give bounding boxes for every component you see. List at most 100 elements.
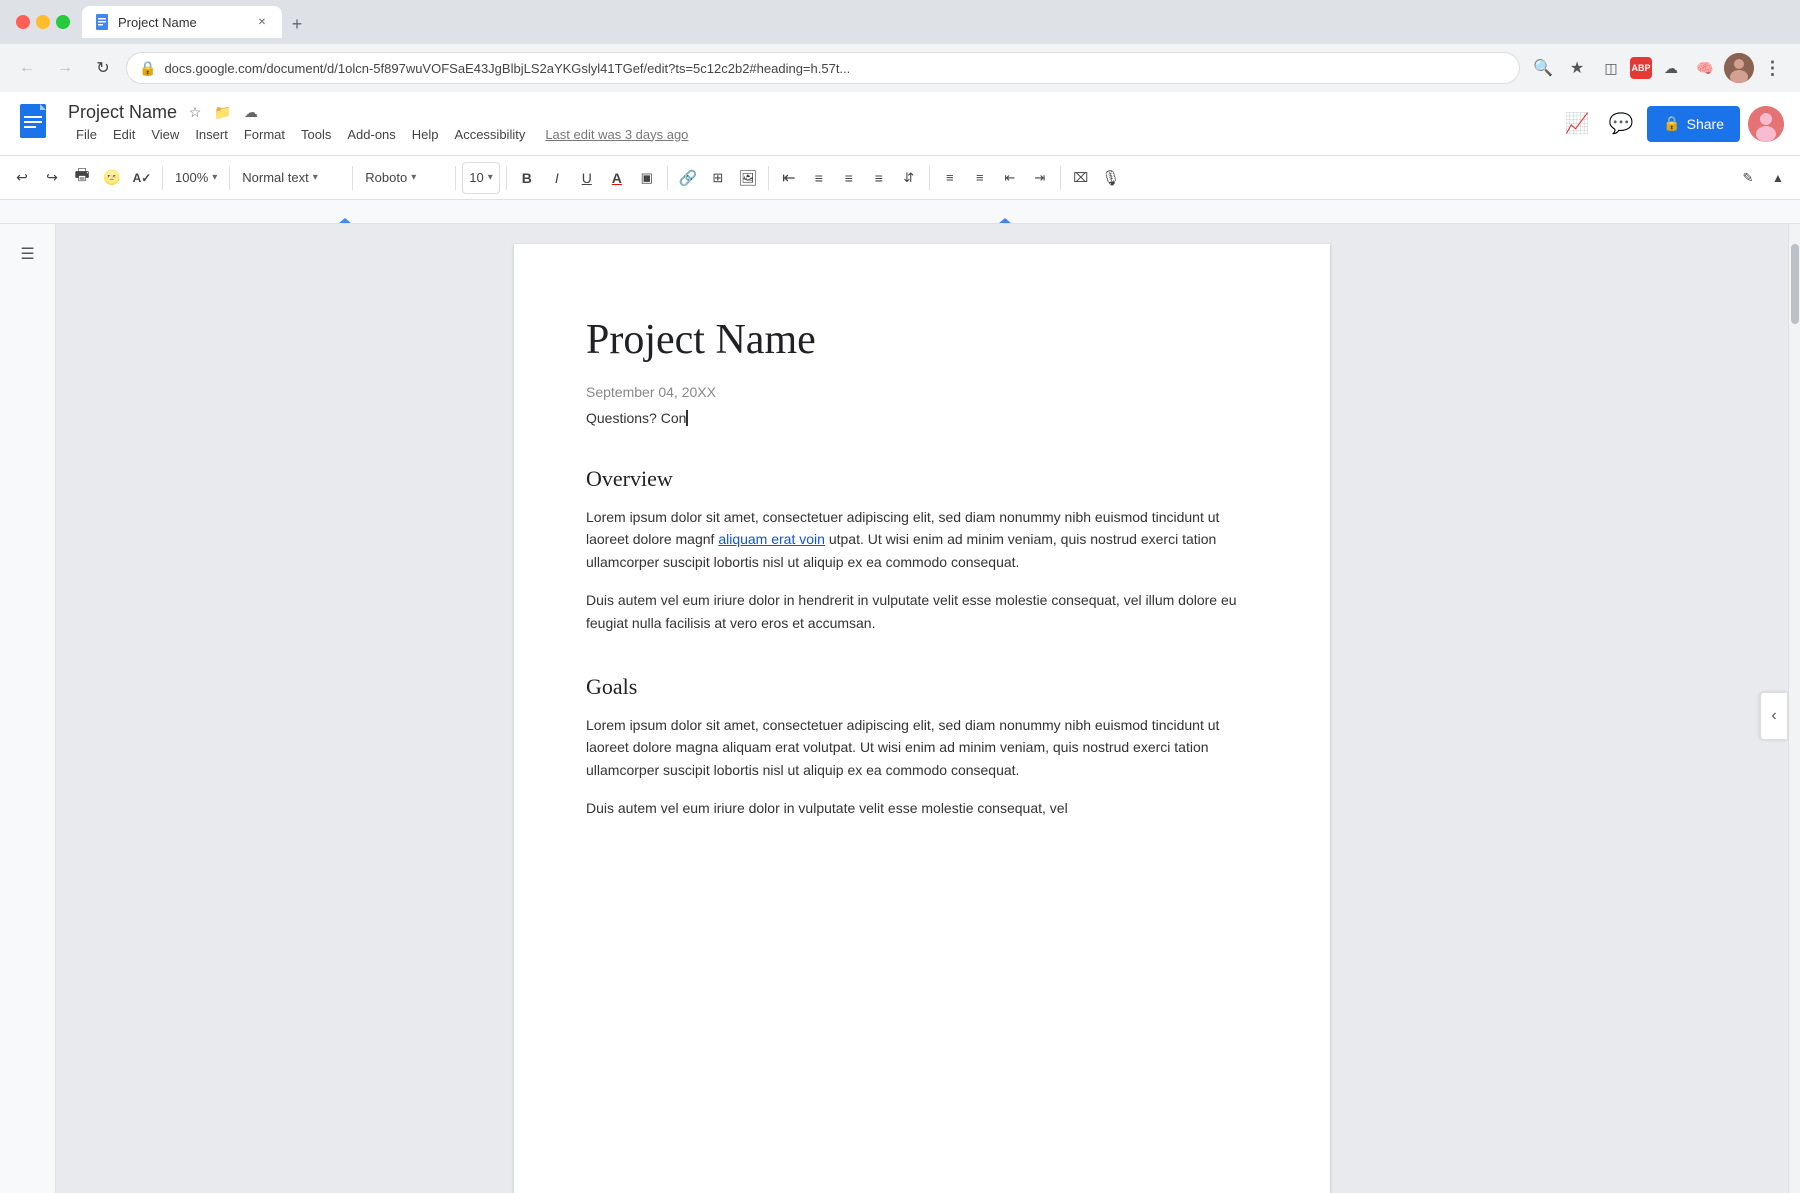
menu-help[interactable]: Help <box>404 123 447 146</box>
browser-profile-avatar[interactable] <box>1724 53 1754 83</box>
tab-close-button[interactable]: ✕ <box>254 14 270 30</box>
outline-icon[interactable]: ☰ <box>10 236 46 272</box>
scrollbar-track[interactable] <box>1789 224 1800 1193</box>
toolbar-sep-1 <box>162 166 163 190</box>
folder-icon[interactable]: 📁 <box>213 102 233 122</box>
maximize-button[interactable] <box>56 15 70 29</box>
docs-toolbar: ↩ ↪ 🖶 🌝 A✓ 100% ▾ Normal text ▾ Roboto ▾ <box>0 156 1800 200</box>
font-arrow: ▾ <box>411 172 416 183</box>
font-size-selector[interactable]: 10 ▾ <box>462 162 500 194</box>
doc-page: Project Name September 04, 20XX Question… <box>514 244 1330 1193</box>
user-avatar[interactable] <box>1748 106 1784 142</box>
increase-indent-button[interactable]: ⇥ <box>1026 162 1054 194</box>
toolbar-sep-4 <box>455 166 456 190</box>
back-button[interactable]: ← <box>12 53 42 83</box>
underline-button[interactable]: U <box>573 162 601 194</box>
numbered-list-button[interactable]: ≡ <box>936 162 964 194</box>
menu-edit[interactable]: Edit <box>105 123 143 146</box>
text-color-button[interactable]: A <box>603 162 631 194</box>
menu-tools[interactable]: Tools <box>293 123 339 146</box>
clear-format-button[interactable]: ⌧ <box>1067 162 1095 194</box>
zoom-selector[interactable]: 100% ▾ <box>169 162 223 194</box>
cloud-icon[interactable]: ☁ <box>1656 53 1686 83</box>
align-center-button[interactable]: ≡ <box>805 162 833 194</box>
more-options-icon[interactable]: ⋮ <box>1758 53 1788 83</box>
cast-icon[interactable]: ◫ <box>1596 53 1626 83</box>
bulleted-list-button[interactable]: ≡ <box>966 162 994 194</box>
doc-file-title[interactable]: Project Name <box>68 102 177 123</box>
menu-file[interactable]: File <box>68 123 105 146</box>
menu-accessibility[interactable]: Accessibility <box>447 123 534 146</box>
search-icon[interactable]: 🔍 <box>1528 53 1558 83</box>
paint-format-button[interactable]: 🌝 <box>98 162 126 194</box>
star-icon[interactable]: ☆ <box>185 102 205 122</box>
highlight-button[interactable]: ▣ <box>633 162 661 194</box>
refresh-button[interactable]: ↻ <box>88 53 118 83</box>
bookmark-star-icon[interactable]: ★ <box>1562 53 1592 83</box>
menu-format[interactable]: Format <box>236 123 293 146</box>
docs-header: Project Name ☆ 📁 ☁ File Edit View Insert… <box>0 92 1800 156</box>
style-arrow: ▾ <box>313 172 318 183</box>
bold-button[interactable]: B <box>513 162 541 194</box>
insert-image-button[interactable]: 🖼 <box>734 162 762 194</box>
align-justify-button[interactable]: ≡ <box>865 162 893 194</box>
spell-check-button[interactable]: A✓ <box>128 162 156 194</box>
toolbar-sep-7 <box>768 166 769 190</box>
overview-heading[interactable]: Overview <box>586 466 1258 492</box>
print-button[interactable]: 🖶 <box>68 162 96 194</box>
goals-paragraph-1: Lorem ipsum dolor sit amet, consectetuer… <box>586 714 1258 781</box>
menu-insert[interactable]: Insert <box>187 123 236 146</box>
comments-icon[interactable]: 💬 <box>1603 106 1639 142</box>
share-button[interactable]: 🔒 Share <box>1647 106 1740 142</box>
extensions-icon[interactable]: 🧠 <box>1690 53 1720 83</box>
toolbar-sep-8 <box>929 166 930 190</box>
trending-icon[interactable]: 📈 <box>1559 106 1595 142</box>
share-lock-icon: 🔒 <box>1663 115 1680 132</box>
menu-view[interactable]: View <box>143 123 187 146</box>
insert-table-button[interactable]: ⊞ <box>704 162 732 194</box>
italic-button[interactable]: I <box>543 162 571 194</box>
doc-main-title[interactable]: Project Name <box>586 316 1258 364</box>
decrease-indent-button[interactable]: ⇤ <box>996 162 1024 194</box>
overview-p1-link[interactable]: aliquam erat voin <box>718 531 825 547</box>
goals-p2-text: Duis autem vel eum iriure dolor in vulpu… <box>586 800 1068 816</box>
doc-date[interactable]: September 04, 20XX <box>586 384 1258 400</box>
doc-scroll-area[interactable]: Project Name September 04, 20XX Question… <box>56 224 1788 1193</box>
goals-paragraph-2: Duis autem vel eum iriure dolor in vulpu… <box>586 797 1258 819</box>
voice-input-button[interactable]: 🎙 <box>1097 162 1125 194</box>
font-selector[interactable]: Roboto ▾ <box>359 162 449 194</box>
docs-header-actions: 📈 💬 🔒 Share <box>1559 106 1784 142</box>
minimize-button[interactable] <box>36 15 50 29</box>
collapse-right-panel-button[interactable]: ‹ <box>1760 692 1788 740</box>
scrollbar-thumb[interactable] <box>1791 244 1799 324</box>
last-edit-status[interactable]: Last edit was 3 days ago <box>545 127 688 142</box>
doc-contact[interactable]: Questions? Con <box>586 410 1258 426</box>
goals-heading[interactable]: Goals <box>586 674 1258 700</box>
redo-button[interactable]: ↪ <box>38 162 66 194</box>
docs-tab-icon <box>94 14 110 30</box>
traffic-lights <box>16 15 70 29</box>
style-selector[interactable]: Normal text ▾ <box>236 162 346 194</box>
menu-addons[interactable]: Add-ons <box>339 123 403 146</box>
link-button[interactable]: 🔗 <box>674 162 702 194</box>
address-bar[interactable]: 🔒 docs.google.com/document/d/1olcn-5f897… <box>126 52 1520 84</box>
browser-tab-active[interactable]: Project Name ✕ <box>82 6 282 38</box>
forward-button[interactable]: → <box>50 53 80 83</box>
contact-text: Questions? Con <box>586 410 686 426</box>
docs-logo-icon <box>16 104 56 144</box>
undo-button[interactable]: ↩ <box>8 162 36 194</box>
collapse-toolbar-button[interactable]: ▲ <box>1764 162 1792 194</box>
new-tab-button[interactable]: + <box>282 10 312 38</box>
docs-title-area: Project Name ☆ 📁 ☁ File Edit View Insert… <box>68 102 1547 146</box>
font-size-arrow: ▾ <box>488 172 493 183</box>
line-spacing-button[interactable]: ⇵ <box>895 162 923 194</box>
adblock-plus-icon[interactable]: ABP <box>1630 57 1652 79</box>
doc-sidebar: ☰ <box>0 224 56 1193</box>
align-right-button[interactable]: ≡ <box>835 162 863 194</box>
cloud-status-icon[interactable]: ☁ <box>241 102 261 122</box>
align-left-button[interactable]: ⇤ <box>775 162 803 194</box>
style-value: Normal text <box>242 170 308 185</box>
vertical-scrollbar[interactable] <box>1788 224 1800 1193</box>
editing-mode-button[interactable]: ✎ <box>1734 162 1762 194</box>
close-button[interactable] <box>16 15 30 29</box>
